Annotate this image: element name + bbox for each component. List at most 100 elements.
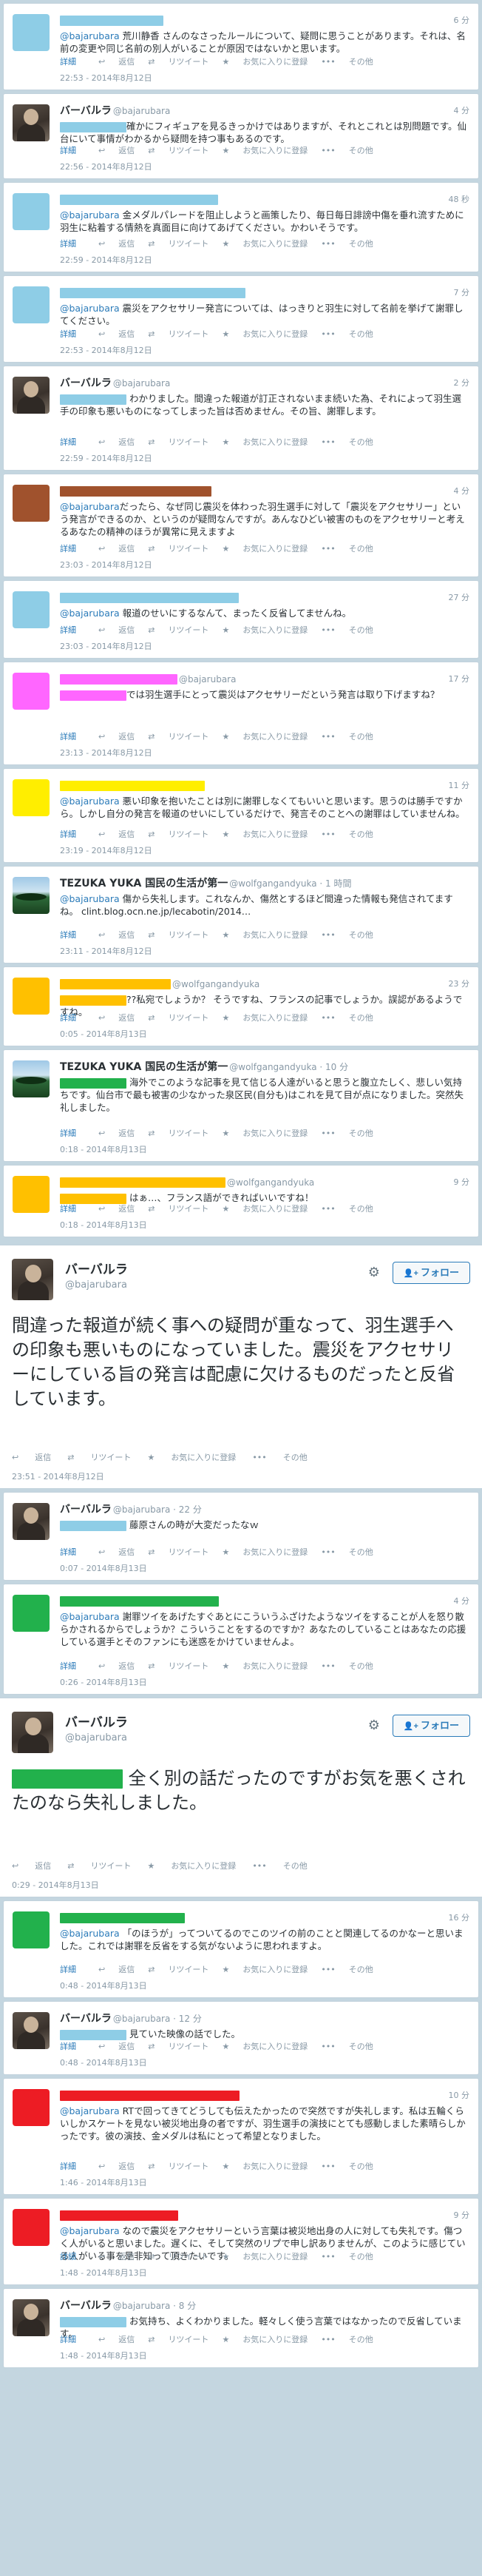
mention-link[interactable]: @bajarubara <box>60 796 120 807</box>
relative-time[interactable]: 6 分 <box>454 14 470 26</box>
details-link[interactable]: 詳細 <box>60 2160 76 2172</box>
details-link[interactable]: 詳細 <box>60 1012 76 1023</box>
favorite-button[interactable]: ★ お気に入りに登録 <box>222 828 308 840</box>
mention-link[interactable]: @bajarubara <box>60 2225 120 2236</box>
avatar[interactable] <box>13 877 50 914</box>
mention-link[interactable]: @bajarubara <box>60 501 120 512</box>
more-button[interactable]: ••• その他 <box>321 1203 373 1214</box>
avatar[interactable] <box>13 104 50 141</box>
more-button[interactable]: ••• その他 <box>321 2160 373 2172</box>
relative-time[interactable]: 4 分 <box>454 485 470 497</box>
reply-button[interactable]: ↩ 返信 <box>98 1660 135 1672</box>
reply-button[interactable]: ↩ 返信 <box>12 1860 51 1872</box>
retweet-button[interactable]: ⇄ リツイート <box>148 1127 208 1139</box>
favorite-button[interactable]: ★ お気に入りに登録 <box>222 238 308 249</box>
more-button[interactable]: ••• その他 <box>321 1127 373 1139</box>
favorite-button[interactable]: ★ お気に入りに登録 <box>222 2333 308 2345</box>
favorite-button[interactable]: ★ お気に入りに登録 <box>222 1012 308 1023</box>
display-name[interactable]: バーバルラ <box>65 1715 128 1730</box>
display-name[interactable]: バーバルラ <box>60 105 112 117</box>
retweet-button[interactable]: ⇄ リツイート <box>148 624 208 636</box>
favorite-button[interactable]: ★ お気に入りに登録 <box>222 2040 308 2052</box>
follow-button[interactable]: 👤+ フォロー <box>392 1262 470 1284</box>
display-name[interactable]: バーバルラ <box>60 1504 112 1516</box>
favorite-button[interactable]: ★ お気に入りに登録 <box>222 436 308 448</box>
retweet-button[interactable]: ⇄ リツイート <box>148 328 208 340</box>
screen-name[interactable]: @bajarubara · 12 分 <box>113 2014 202 2024</box>
retweet-button[interactable]: ⇄ リツイート <box>148 1203 208 1214</box>
reply-button[interactable]: ↩ 返信 <box>12 1451 51 1463</box>
more-button[interactable]: ••• その他 <box>321 2333 373 2345</box>
relative-time[interactable]: 4 分 <box>454 104 470 116</box>
favorite-button[interactable]: ★ お気に入りに登録 <box>222 2250 308 2262</box>
details-link[interactable]: 詳細 <box>60 2333 76 2345</box>
retweet-button[interactable]: ⇄ リツイート <box>148 828 208 840</box>
retweet-button[interactable]: ⇄ リツイート <box>148 238 208 249</box>
retweet-button[interactable]: ⇄ リツイート <box>148 730 208 742</box>
more-button[interactable]: ••• その他 <box>321 624 373 636</box>
reply-button[interactable]: ↩ 返信 <box>98 542 135 554</box>
avatar[interactable] <box>13 2012 50 2049</box>
favorite-button[interactable]: ★ お気に入りに登録 <box>222 1127 308 1139</box>
more-button[interactable]: ••• その他 <box>252 1451 307 1463</box>
relative-time[interactable]: 27 分 <box>449 591 470 603</box>
more-button[interactable]: ••• その他 <box>321 1660 373 1672</box>
retweet-button[interactable]: ⇄ リツイート <box>148 2040 208 2052</box>
details-link[interactable]: 詳細 <box>60 56 76 67</box>
retweet-button[interactable]: ⇄ リツイート <box>67 1451 131 1463</box>
retweet-button[interactable]: ⇄ リツイート <box>148 1012 208 1023</box>
details-link[interactable]: 詳細 <box>60 238 76 249</box>
details-link[interactable]: 詳細 <box>60 730 76 742</box>
relative-time[interactable]: 11 分 <box>449 779 470 791</box>
details-link[interactable]: 詳細 <box>60 2250 76 2262</box>
reply-button[interactable]: ↩ 返信 <box>98 2160 135 2172</box>
more-button[interactable]: ••• その他 <box>321 828 373 840</box>
more-button[interactable]: ••• その他 <box>321 144 373 156</box>
mention-link[interactable]: @bajarubara <box>60 608 120 619</box>
retweet-button[interactable]: ⇄ リツイート <box>148 144 208 156</box>
retweet-button[interactable]: ⇄ リツイート <box>148 2250 208 2262</box>
screen-name[interactable]: @bajarubara <box>113 378 170 389</box>
reply-button[interactable]: ↩ 返信 <box>98 1546 135 1558</box>
more-button[interactable]: ••• その他 <box>321 238 373 249</box>
reply-button[interactable]: ↩ 返信 <box>98 328 135 340</box>
favorite-button[interactable]: ★ お気に入りに登録 <box>222 328 308 340</box>
more-button[interactable]: ••• その他 <box>252 1860 307 1872</box>
favorite-button[interactable]: ★ お気に入りに登録 <box>222 1963 308 1975</box>
relative-time[interactable]: 2 分 <box>454 377 470 389</box>
more-button[interactable]: ••• その他 <box>321 328 373 340</box>
more-button[interactable]: ••• その他 <box>321 929 373 941</box>
details-link[interactable]: 詳細 <box>60 2040 76 2052</box>
reply-button[interactable]: ↩ 返信 <box>98 1012 135 1023</box>
screen-name[interactable]: @wolfgangandyuka <box>172 979 259 989</box>
mention-link[interactable]: @bajarubara <box>60 303 120 314</box>
retweet-button[interactable]: ⇄ リツイート <box>148 436 208 448</box>
more-button[interactable]: ••• その他 <box>321 730 373 742</box>
more-button[interactable]: ••• その他 <box>321 1546 373 1558</box>
mention-link[interactable]: @bajarubara <box>60 893 120 904</box>
display-name[interactable]: バーバルラ <box>65 1262 128 1277</box>
avatar[interactable] <box>13 377 50 414</box>
details-link[interactable]: 詳細 <box>60 542 76 554</box>
retweet-button[interactable]: ⇄ リツイート <box>148 56 208 67</box>
reply-button[interactable]: ↩ 返信 <box>98 1963 135 1975</box>
more-button[interactable]: ••• その他 <box>321 1012 373 1023</box>
display-name[interactable]: バーバルラ <box>60 2300 112 2312</box>
favorite-button[interactable]: ★ お気に入りに登録 <box>222 56 308 67</box>
display-name[interactable]: バーバルラ <box>60 377 112 389</box>
screen-name[interactable]: @wolfgangandyuka · 10 分 <box>229 1062 348 1072</box>
reply-button[interactable]: ↩ 返信 <box>98 144 135 156</box>
favorite-button[interactable]: ★ お気に入りに登録 <box>222 144 308 156</box>
screen-name[interactable]: @wolfgangandyuka · 1 時間 <box>229 878 351 889</box>
details-link[interactable]: 詳細 <box>60 328 76 340</box>
display-name[interactable]: TEZUKA YUKA 国民の生活が第一 <box>60 878 228 890</box>
reply-button[interactable]: ↩ 返信 <box>98 238 135 249</box>
favorite-button[interactable]: ★ お気に入りに登録 <box>222 730 308 742</box>
screen-name[interactable]: @bajarubara · 8 分 <box>113 2301 196 2311</box>
avatar[interactable] <box>13 1503 50 1540</box>
relative-time[interactable]: 9 分 <box>454 1176 470 1188</box>
details-link[interactable]: 詳細 <box>60 1963 76 1975</box>
favorite-button[interactable]: ★ お気に入りに登録 <box>222 542 308 554</box>
favorite-button[interactable]: ★ お気に入りに登録 <box>222 1660 308 1672</box>
more-button[interactable]: ••• その他 <box>321 56 373 67</box>
